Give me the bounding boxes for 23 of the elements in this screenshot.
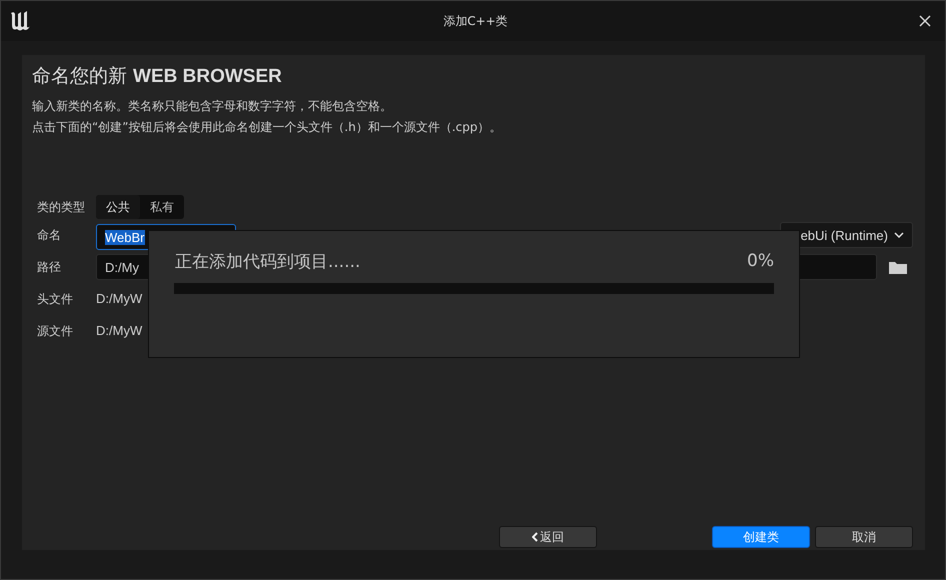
- description-text: 点击下面的“创建”按钮后将会使用此命名创建一个头文件（.h）和一个源文件（.cpp）。: [32, 119, 502, 136]
- create-button[interactable]: 创建类: [712, 526, 810, 548]
- field-label: 源文件: [36, 322, 74, 340]
- chevron-icon: [894, 232, 904, 238]
- field-label: 头文件: [36, 290, 74, 308]
- cancel-button[interactable]: 取消: [815, 526, 913, 548]
- progress-percent: 0%: [747, 251, 774, 271]
- class-type-option[interactable]: 公共: [96, 195, 140, 219]
- field-label: 路径: [36, 259, 62, 276]
- file-path: D:/MyW: [96, 290, 142, 308]
- description-text: 输入新类的名称。类名称只能包含字母和数字字符，不能包含空格。: [32, 98, 393, 115]
- logo-icon: [8, 9, 32, 33]
- back-button[interactable]: 返回: [499, 526, 597, 548]
- dialog-heading: 命名您的新 WEB BROWSER: [32, 64, 283, 89]
- progress-message: 正在添加代码到项目......: [175, 250, 360, 272]
- chevron-left-icon: [532, 532, 538, 542]
- window-title: 添加C++类: [442, 12, 509, 30]
- field-label: 类的类型: [36, 199, 86, 216]
- folder-icon[interactable]: [889, 260, 907, 274]
- file-path: D:/MyW: [96, 322, 142, 340]
- class-type-option[interactable]: 私有: [140, 195, 184, 219]
- field-label: 命名: [36, 227, 62, 244]
- close-icon[interactable]: [919, 15, 931, 27]
